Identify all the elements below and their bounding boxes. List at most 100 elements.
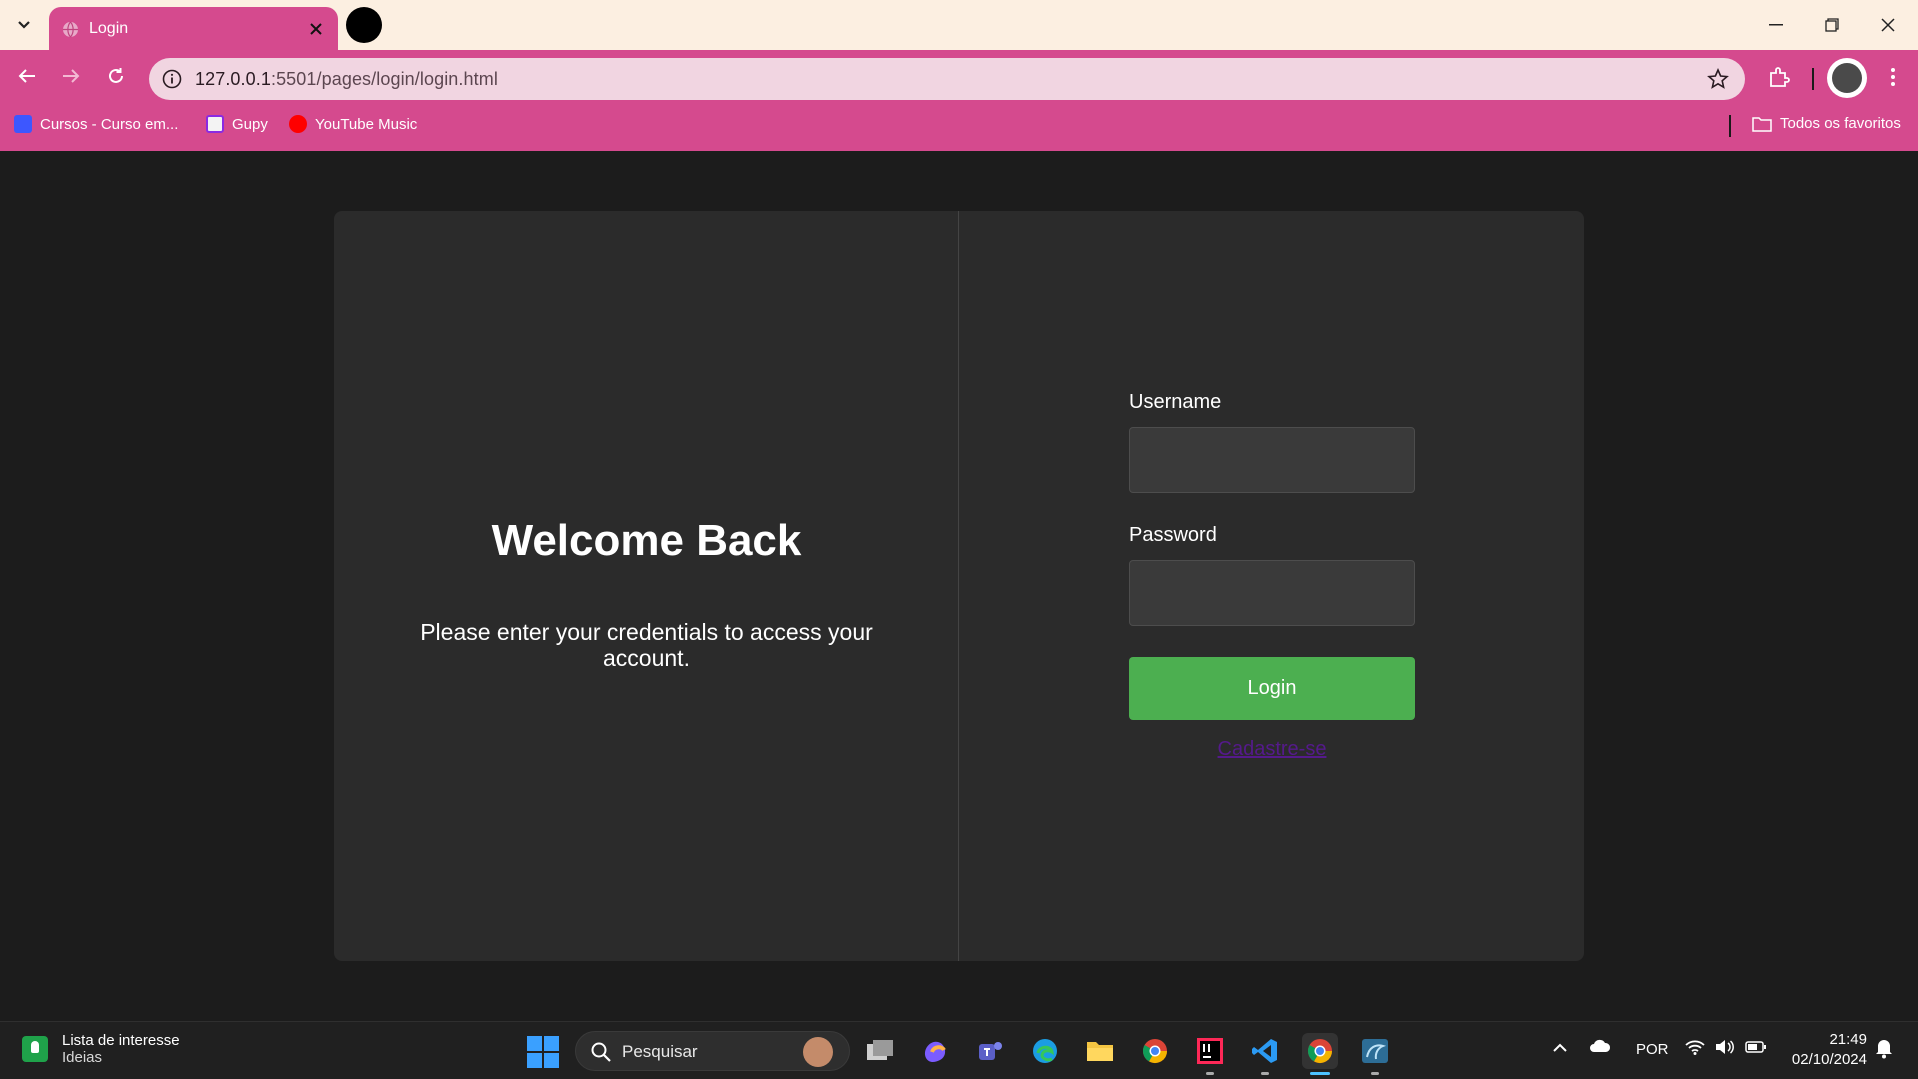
restore-icon	[1825, 18, 1839, 32]
taskbar-app-intellij[interactable]	[1192, 1033, 1228, 1075]
tab-title: Login	[89, 20, 129, 37]
volume-button[interactable]	[1715, 1039, 1735, 1059]
kebab-menu-icon	[1891, 68, 1895, 86]
battery-button[interactable]	[1745, 1040, 1767, 1058]
taskbar-app-file-explorer[interactable]	[1082, 1033, 1118, 1069]
search-placeholder: Pesquisar	[622, 1042, 698, 1061]
arrow-right-icon	[63, 69, 80, 83]
windows-logo-tile	[544, 1053, 559, 1068]
running-indicator	[1206, 1072, 1214, 1075]
copilot-icon	[924, 1041, 946, 1063]
username-label: Username	[1129, 391, 1222, 413]
reload-button[interactable]	[99, 59, 133, 93]
onedrive-button[interactable]	[1589, 1039, 1611, 1057]
password-label: Password	[1129, 524, 1217, 546]
avatar-image	[1832, 63, 1862, 93]
folder-icon	[1752, 116, 1772, 132]
youtube-music-icon	[289, 115, 307, 133]
all-bookmarks-button[interactable]: Todos os favoritos	[1752, 115, 1901, 132]
browser-tab-login[interactable]: Login	[49, 7, 338, 50]
search-icon	[591, 1042, 611, 1062]
site-info-icon[interactable]	[161, 68, 183, 90]
welcome-title: Welcome Back	[491, 516, 802, 565]
lightbulb-icon	[22, 1036, 48, 1062]
taskbar-app-mysql-workbench[interactable]	[1357, 1033, 1393, 1075]
intellij-icon	[1197, 1038, 1223, 1064]
running-indicator	[1371, 1072, 1379, 1075]
clock-date: 02/10/2024	[1791, 1051, 1867, 1068]
taskbar-app-copilot[interactable]	[917, 1033, 953, 1069]
page-body: Welcome Back Please enter your credentia…	[0, 151, 1918, 1021]
folder-icon	[1087, 1042, 1113, 1061]
network-button[interactable]	[1685, 1039, 1705, 1059]
browser-toolbar: 127.0.0.1:5501/pages/login/login.html	[0, 50, 1918, 101]
url-host: 127.0.0.1	[195, 69, 271, 89]
active-indicator	[1310, 1072, 1330, 1075]
running-indicator	[1261, 1072, 1269, 1075]
login-form: Username Password Login Cadastre-se	[1129, 211, 1415, 961]
address-bar[interactable]: 127.0.0.1:5501/pages/login/login.html	[149, 58, 1745, 100]
reload-icon	[109, 68, 123, 83]
windows-logo-tile	[527, 1053, 542, 1068]
welcome-panel: Welcome Back Please enter your credentia…	[334, 211, 959, 961]
notifications-button[interactable]	[1874, 1037, 1894, 1063]
windows-logo-tile	[527, 1036, 542, 1051]
language-indicator[interactable]: POR	[1636, 1041, 1669, 1058]
tab-search-button[interactable]	[10, 12, 38, 38]
bookmark-label: Cursos - Curso em...	[40, 115, 179, 133]
taskbar-app-vscode[interactable]	[1247, 1033, 1283, 1075]
system-clock[interactable]: 21:49 02/10/2024	[1787, 1030, 1867, 1070]
forward-button[interactable]	[54, 59, 88, 93]
login-button[interactable]: Login	[1129, 657, 1415, 720]
all-bookmarks-label: Todos os favoritos	[1780, 115, 1901, 132]
back-button[interactable]	[10, 59, 44, 93]
password-input[interactable]	[1129, 560, 1415, 626]
chevron-down-icon	[18, 21, 30, 29]
taskbar-app-chrome[interactable]	[1137, 1033, 1173, 1069]
close-window-button[interactable]	[1870, 9, 1906, 41]
bell-icon	[1876, 1040, 1892, 1059]
chrome-icon	[1142, 1039, 1167, 1064]
taskbar-search[interactable]: Pesquisar	[575, 1031, 850, 1071]
globe-icon	[63, 21, 78, 38]
puzzle-icon	[1770, 67, 1790, 87]
cloud-icon	[1590, 1039, 1611, 1052]
os-taskbar: Lista de interesse Ideias Pesquisar POR …	[0, 1021, 1918, 1079]
profile-avatar[interactable]	[1827, 58, 1867, 98]
bookmark-cursos[interactable]: Cursos - Curso em...	[14, 115, 178, 133]
start-button[interactable]	[527, 1036, 559, 1068]
task-view-icon	[867, 1040, 893, 1060]
gupy-icon	[206, 115, 224, 133]
star-icon[interactable]	[1707, 68, 1729, 90]
bookmark-gupy[interactable]: Gupy	[206, 115, 268, 133]
mysql-workbench-icon	[1362, 1039, 1388, 1063]
widget-title: Lista de interesse	[62, 1032, 180, 1049]
url-text[interactable]: 127.0.0.1:5501/pages/login/login.html	[195, 69, 498, 90]
tray-overflow-button[interactable]	[1552, 1040, 1568, 1057]
widgets-button[interactable]: Lista de interesse Ideias	[22, 1032, 180, 1066]
welcome-subtitle: Please enter your credentials to access …	[420, 619, 873, 671]
minimize-button[interactable]	[1758, 9, 1794, 41]
vscode-icon	[1252, 1039, 1277, 1063]
task-view-button[interactable]	[862, 1033, 898, 1069]
restore-button[interactable]	[1814, 9, 1850, 41]
username-input[interactable]	[1129, 427, 1415, 493]
tab-close-button[interactable]	[306, 19, 326, 39]
signup-link[interactable]: Cadastre-se	[1129, 738, 1415, 761]
extensions-button[interactable]	[1764, 62, 1794, 92]
taskbar-app-teams[interactable]	[972, 1033, 1008, 1069]
edge-icon	[1033, 1039, 1057, 1063]
browser-tab-bar: Login	[0, 0, 1918, 50]
widget-subtitle: Ideias	[62, 1049, 103, 1066]
battery-icon	[1745, 1041, 1766, 1053]
taskbar-app-chrome-active[interactable]	[1302, 1033, 1338, 1075]
bookmark-youtube-music[interactable]: YouTube Music	[289, 115, 417, 133]
close-icon	[310, 23, 322, 35]
minimize-icon	[1769, 24, 1783, 26]
chevron-up-icon	[1553, 1043, 1567, 1052]
close-icon	[1881, 18, 1895, 32]
bookmark-label: Gupy	[232, 115, 268, 133]
browser-menu-button[interactable]	[1880, 62, 1906, 92]
taskbar-app-edge[interactable]	[1027, 1033, 1063, 1069]
new-tab-button[interactable]	[346, 7, 382, 43]
